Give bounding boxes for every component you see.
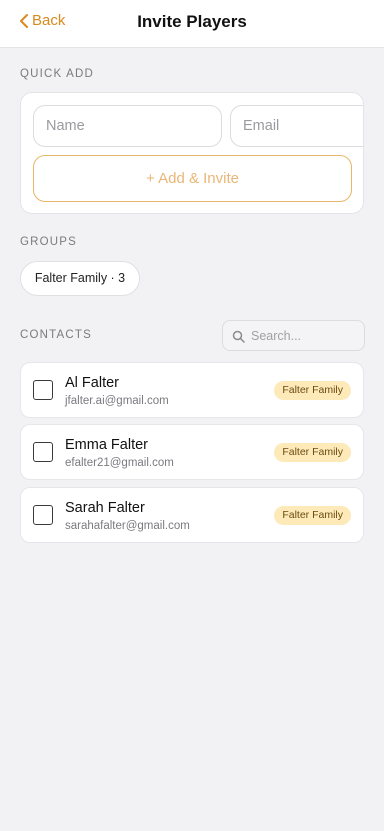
- group-badge: Falter Family: [274, 381, 351, 400]
- contact-row[interactable]: Al Falter jfalter.ai@gmail.com Falter Fa…: [20, 362, 364, 418]
- name-input[interactable]: [33, 105, 222, 147]
- contacts-section-label: CONTACTS: [20, 329, 92, 341]
- groups-section-label: GROUPS: [20, 236, 78, 248]
- contact-checkbox[interactable]: [33, 442, 53, 462]
- group-chip-falter-family[interactable]: Falter Family · 3: [20, 261, 140, 296]
- contact-email: sarahafalter@gmail.com: [65, 520, 190, 532]
- contact-email: jfalter.ai@gmail.com: [65, 395, 169, 407]
- page-title: Invite Players: [137, 12, 247, 31]
- email-input[interactable]: [230, 105, 363, 147]
- search-input[interactable]: [251, 326, 359, 346]
- add-invite-button[interactable]: + Add & Invite: [33, 155, 352, 202]
- contact-name: Sarah Falter: [65, 500, 145, 516]
- contact-row[interactable]: Sarah Falter sarahafalter@gmail.com Falt…: [20, 487, 364, 543]
- contact-email: efalter21@gmail.com: [65, 457, 174, 469]
- search-icon: [232, 330, 245, 343]
- contact-checkbox[interactable]: [33, 380, 53, 400]
- contact-name: Al Falter: [65, 375, 119, 391]
- quick-add-card: + Add & Invite: [20, 92, 364, 214]
- contact-name: Emma Falter: [65, 437, 148, 453]
- group-badge: Falter Family: [274, 506, 351, 525]
- contact-row[interactable]: Emma Falter efalter21@gmail.com Falter F…: [20, 424, 364, 480]
- quick-add-section-label: QUICK ADD: [20, 68, 95, 80]
- contact-checkbox[interactable]: [33, 505, 53, 525]
- group-badge: Falter Family: [274, 443, 351, 462]
- header-bar: Back Invite Players: [0, 0, 384, 48]
- contact-search[interactable]: [222, 320, 365, 351]
